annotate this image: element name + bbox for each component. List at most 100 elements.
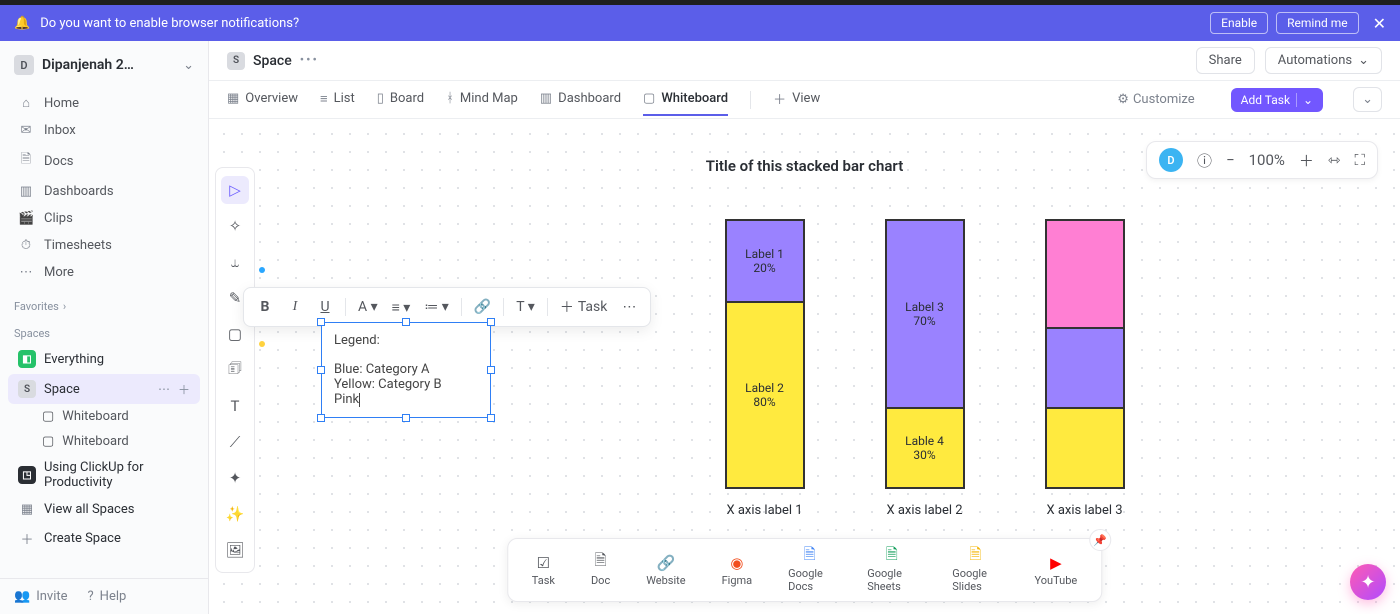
gear-icon: ⚙ — [1117, 92, 1129, 107]
nav-more[interactable]: ⋯More — [8, 259, 200, 286]
align-button[interactable]: ≡ ▾ — [387, 294, 416, 320]
share-button[interactable]: Share — [1196, 47, 1255, 74]
tool-magic[interactable]: ✨ — [221, 500, 249, 528]
dock-youtube[interactable]: ▶YouTube — [1035, 554, 1078, 587]
fullscreen-icon[interactable]: ⛶ — [1354, 151, 1365, 169]
create-task-button[interactable]: ＋ Task — [555, 294, 613, 320]
legend-text-box[interactable]: Legend: Blue: Category A Yellow: Categor… — [321, 322, 491, 418]
bar-chart[interactable]: Label 120% Label 280% X axis label 1 Lab… — [725, 219, 1125, 518]
crumb-more-icon[interactable]: ••• — [300, 53, 319, 68]
resize-handle[interactable] — [402, 414, 410, 422]
resize-handle[interactable] — [402, 318, 410, 326]
dock-website[interactable]: 🔗Website — [646, 554, 685, 587]
bar3-seg2[interactable] — [1047, 327, 1123, 407]
bar2-seg1[interactable]: Label 370% — [887, 221, 963, 407]
dock-figma[interactable]: ◉Figma — [722, 554, 753, 587]
dock-doc[interactable]: 🗎Doc — [591, 554, 610, 587]
space-child-whiteboard-1[interactable]: ▢Whiteboard — [8, 404, 200, 429]
bar1-seg2[interactable]: Label 280% — [727, 301, 803, 487]
list-button[interactable]: ≔ ▾ — [419, 294, 454, 320]
bar3-seg1[interactable] — [1047, 221, 1123, 327]
tab-list[interactable]: ≡List — [320, 83, 355, 117]
help-link[interactable]: ?Help — [88, 589, 127, 604]
favorites-section-label[interactable]: Favorites› — [0, 290, 208, 317]
tool-stamp[interactable]: ✦ — [221, 464, 249, 492]
whiteboard-canvas[interactable]: D ⓘ − 100% ＋ ⇿ ⛶ ▷ ✧ ⥿ ✎ ▢ 🗊 T ⟋ ✦ ✨ 🖼 — [209, 119, 1400, 614]
tab-overview[interactable]: ▦Overview — [227, 83, 298, 116]
tab-whiteboard[interactable]: ▢Whiteboard — [643, 83, 728, 116]
bar3-xlabel[interactable]: X axis label 3 — [1046, 503, 1122, 518]
toolbar-more-icon[interactable]: ⋯ — [616, 294, 642, 320]
underline-button[interactable]: U — [312, 294, 338, 320]
zoom-in-icon[interactable]: ＋ — [1299, 150, 1314, 171]
tab-mindmap[interactable]: ᚼMind Map — [446, 83, 518, 116]
info-icon[interactable]: ⓘ — [1197, 150, 1212, 171]
nav-home[interactable]: ⌂Home — [8, 89, 200, 117]
tool-select[interactable]: ▷ — [221, 176, 249, 204]
italic-button[interactable]: I — [282, 294, 308, 320]
bar3-seg3[interactable] — [1047, 407, 1123, 487]
resize-handle[interactable] — [317, 366, 325, 374]
resize-handle[interactable] — [487, 318, 495, 326]
space-space[interactable]: S Space ⋯ ＋ — [8, 374, 200, 404]
bar2-xlabel[interactable]: X axis label 2 — [886, 503, 962, 518]
more-options-button[interactable]: ⌄ — [1353, 87, 1382, 112]
workspace-switcher[interactable]: D Dipanjenah 2… ⌄ — [0, 41, 208, 85]
remind-me-button[interactable]: Remind me — [1276, 12, 1358, 34]
ai-fab-button[interactable]: ✦ — [1350, 564, 1386, 600]
resize-handle[interactable] — [487, 414, 495, 422]
bar-3[interactable]: X axis label 3 — [1045, 219, 1125, 518]
nav-inbox[interactable]: ✉Inbox — [8, 117, 200, 144]
nav-dashboards[interactable]: ▥Dashboards — [8, 178, 200, 205]
automations-button[interactable]: Automations⌄ — [1265, 47, 1382, 74]
dock-task[interactable]: ☑Task — [532, 554, 555, 587]
tool-sticky[interactable]: 🗊 — [221, 356, 249, 384]
customize-button[interactable]: ⚙Customize — [1117, 92, 1194, 107]
tab-board[interactable]: ▯Board — [377, 83, 424, 116]
bar2-seg2[interactable]: Lable 430% — [887, 407, 963, 487]
space-options-icon[interactable]: ⋯ — [158, 382, 170, 396]
nav-docs[interactable]: 🗎Docs — [8, 144, 200, 178]
space-using-clickup[interactable]: ◳ Using ClickUp for Productivity — [8, 454, 200, 496]
zoom-level[interactable]: 100% — [1249, 151, 1285, 169]
dock-google-slides[interactable]: 🗎Google Slides — [952, 547, 998, 593]
dock-google-docs[interactable]: 🗎Google Docs — [788, 547, 831, 593]
link-button[interactable]: 🔗 — [469, 294, 496, 320]
resize-handle[interactable] — [487, 366, 495, 374]
space-everything[interactable]: ◧ Everything — [8, 344, 200, 374]
nav-timesheets[interactable]: ⏱Timesheets — [8, 232, 200, 259]
invite-link[interactable]: 👥Invite — [14, 589, 68, 604]
close-banner-icon[interactable]: ✕ — [1373, 14, 1386, 33]
space-add-icon[interactable]: ＋ — [178, 381, 190, 398]
tool-line[interactable]: ⟋ — [221, 428, 249, 456]
chevron-down-icon[interactable]: ⌄ — [1296, 93, 1313, 107]
tab-dashboard[interactable]: ▥Dashboard — [540, 83, 621, 116]
bar-1[interactable]: Label 120% Label 280% X axis label 1 — [725, 219, 805, 518]
tool-image[interactable]: 🖼 — [221, 536, 249, 564]
bold-button[interactable]: B — [252, 294, 278, 320]
fit-width-icon[interactable]: ⇿ — [1328, 151, 1341, 169]
bar1-seg1[interactable]: Label 120% — [727, 221, 803, 301]
chart-title[interactable]: Title of this stacked bar chart — [706, 157, 903, 175]
space-child-whiteboard-2[interactable]: ▢Whiteboard — [8, 429, 200, 454]
tool-ai[interactable]: ✧ — [221, 212, 249, 240]
bar-2[interactable]: Label 370% Lable 430% X axis label 2 — [885, 219, 965, 518]
tool-text[interactable]: T — [221, 392, 249, 420]
resize-handle[interactable] — [317, 414, 325, 422]
crumb-title[interactable]: Space — [253, 53, 292, 69]
create-space[interactable]: ＋ Create Space — [8, 523, 200, 554]
bar1-xlabel[interactable]: X axis label 1 — [726, 503, 802, 518]
nav-clips[interactable]: 🎬Clips — [8, 205, 200, 232]
textsize-button[interactable]: T ▾ — [511, 294, 540, 320]
tool-connector[interactable]: ⥿ — [221, 248, 249, 276]
add-task-button[interactable]: Add Task⌄ — [1231, 88, 1323, 112]
pin-dock-icon[interactable]: 📌 — [1089, 529, 1111, 551]
view-all-spaces[interactable]: ▦ View all Spaces — [8, 496, 200, 523]
zoom-out-icon[interactable]: − — [1226, 151, 1235, 169]
enable-button[interactable]: Enable — [1210, 12, 1268, 34]
dock-google-sheets[interactable]: 🗎Google Sheets — [867, 547, 916, 593]
resize-handle[interactable] — [317, 318, 325, 326]
user-avatar[interactable]: D — [1159, 148, 1183, 172]
tab-add-view[interactable]: ＋View — [773, 81, 820, 118]
font-button[interactable]: A ▾ — [353, 294, 383, 320]
